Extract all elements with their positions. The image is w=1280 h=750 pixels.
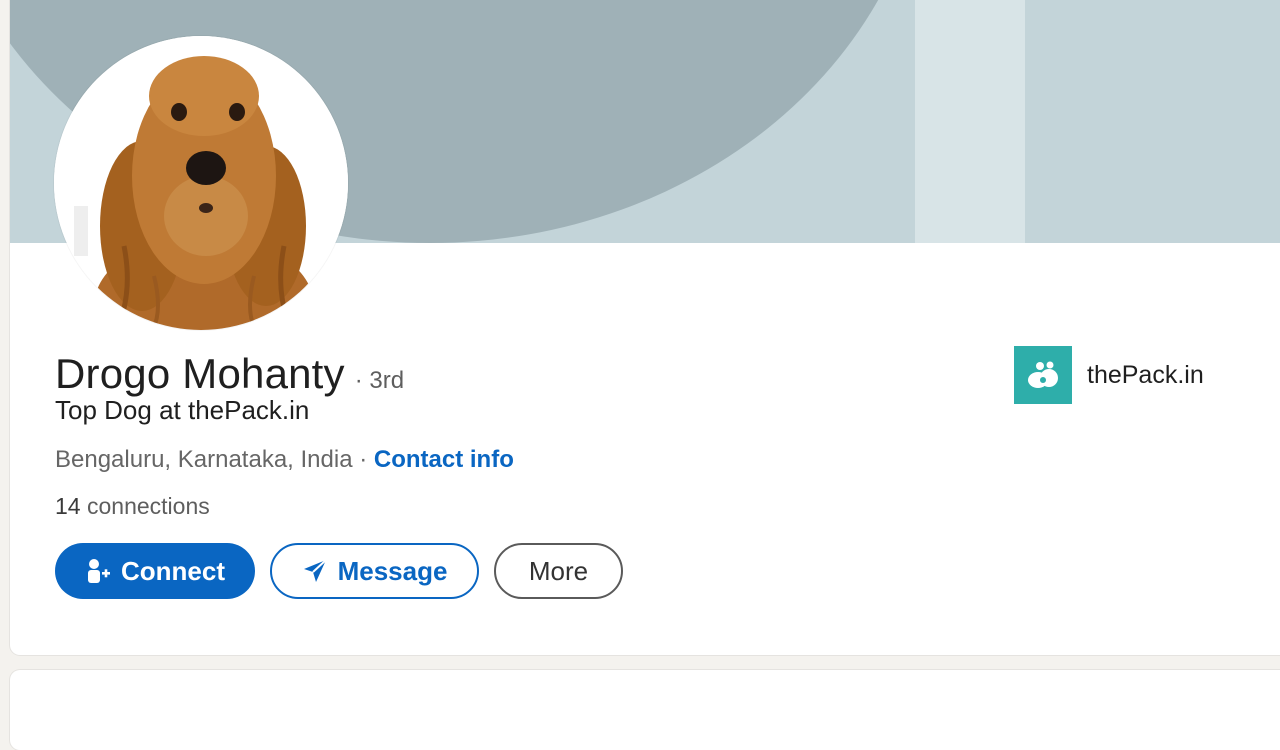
- more-label: More: [528, 555, 589, 586]
- connection-degree: · 3rd: [354, 367, 405, 394]
- profile-actions: Connect Message More: [55, 543, 623, 599]
- profile-card: Drogo Mohanty · 3rd Top Dog at thePack.i…: [10, 0, 1280, 655]
- location-separator: ·: [352, 446, 374, 473]
- more-button[interactable]: More: [494, 543, 623, 599]
- profile-headline: Top Dog at thePack.in: [55, 395, 310, 425]
- profile-name: Drogo Mohanty: [55, 350, 345, 397]
- profile-name-row: Drogo Mohanty · 3rd: [55, 350, 404, 398]
- banner-stripe: [915, 0, 1025, 243]
- dog-photo: [54, 36, 348, 330]
- connections-count: 14 connections: [55, 493, 210, 520]
- message-button[interactable]: Message: [270, 543, 479, 599]
- connections-label: connections: [80, 493, 210, 519]
- connect-button[interactable]: Connect: [55, 543, 255, 599]
- next-section-card: [10, 670, 1280, 750]
- connections-number: 14: [55, 493, 81, 519]
- connect-label: Connect: [121, 555, 225, 586]
- location-row: Bengaluru, Karnataka, India · Contact in…: [55, 446, 514, 474]
- send-icon: [302, 558, 328, 584]
- current-company[interactable]: thePack.in: [1014, 346, 1204, 404]
- paw-cloud-icon: [1014, 346, 1072, 404]
- profile-avatar[interactable]: [54, 36, 348, 330]
- contact-info-link[interactable]: Contact info: [374, 446, 514, 473]
- company-name: thePack.in: [1087, 360, 1204, 389]
- add-person-icon: [85, 558, 111, 584]
- message-label: Message: [337, 555, 448, 586]
- profile-location: Bengaluru, Karnataka, India: [55, 446, 353, 473]
